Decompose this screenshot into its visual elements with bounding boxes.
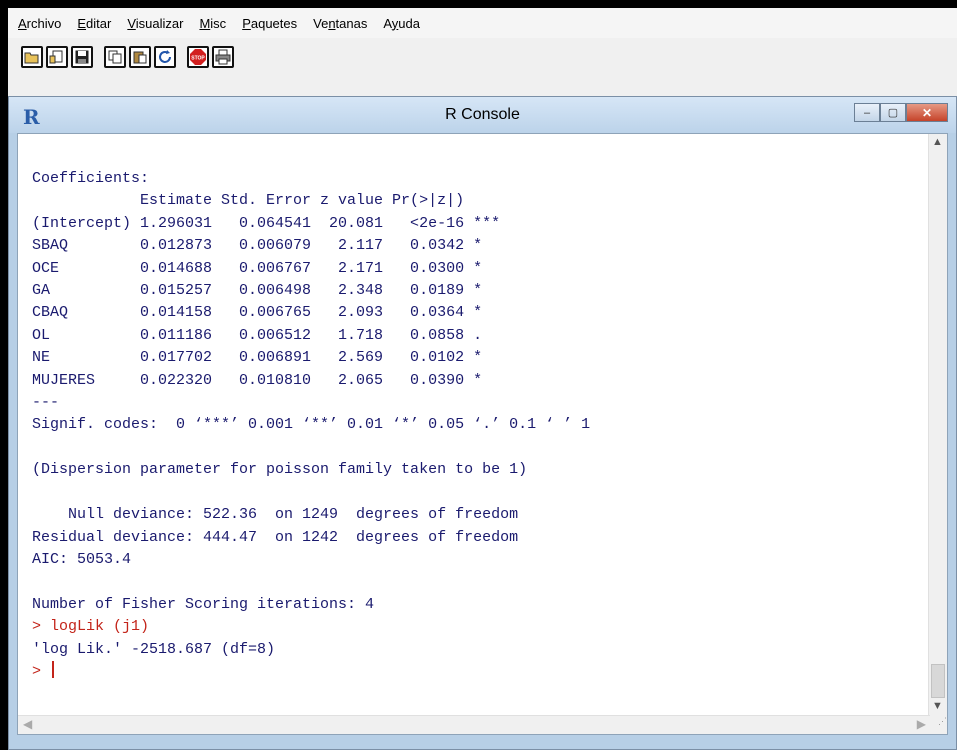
toolbar: STOP xyxy=(8,38,957,76)
menu-paquetes[interactable]: Paquetes xyxy=(234,16,305,31)
menu-bar: Archivo Editar Visualizar Misc Paquetes … xyxy=(8,8,957,38)
title-bar[interactable]: R R Console – ▢ ✕ xyxy=(9,97,956,133)
scroll-left-icon[interactable]: ◀ xyxy=(23,717,32,731)
refresh-icon xyxy=(159,50,171,63)
scroll-thumb[interactable] xyxy=(931,664,945,698)
menu-editar[interactable]: Editar xyxy=(69,16,119,31)
paste-button[interactable] xyxy=(129,46,151,68)
open-script-button[interactable] xyxy=(21,46,43,68)
console-area[interactable]: Coefficients: Estimate Std. Error z valu… xyxy=(17,133,948,735)
horizontal-scrollbar[interactable]: ◀ ▶ xyxy=(18,715,930,734)
save-button[interactable] xyxy=(71,46,93,68)
menu-misc[interactable]: Misc xyxy=(191,16,234,31)
close-button[interactable]: ✕ xyxy=(906,103,948,122)
copy-button[interactable] xyxy=(104,46,126,68)
load-workspace-icon xyxy=(49,50,63,64)
r-gui-app: Archivo Editar Visualizar Misc Paquetes … xyxy=(8,8,957,750)
menu-ayuda[interactable]: Ayuda xyxy=(375,16,428,31)
resize-grip-icon[interactable]: ⋰ xyxy=(929,716,947,734)
stop-label: STOP xyxy=(191,56,205,62)
console-result: 'log Lik.' -2518.687 (df=8) xyxy=(32,640,276,658)
console-text: Coefficients: Estimate Std. Error z valu… xyxy=(32,170,591,613)
menu-visualizar[interactable]: Visualizar xyxy=(119,16,191,31)
copy-icon xyxy=(108,50,122,64)
stop-button[interactable]: STOP xyxy=(187,46,209,68)
scroll-right-icon[interactable]: ▶ xyxy=(917,717,926,731)
save-icon xyxy=(75,50,89,64)
window-title: R Console xyxy=(445,106,520,123)
maximize-button[interactable]: ▢ xyxy=(880,103,906,122)
paste-icon xyxy=(133,51,147,64)
print-button[interactable] xyxy=(212,46,234,68)
console-output: Coefficients: Estimate Std. Error z valu… xyxy=(32,168,590,683)
open-script-icon xyxy=(24,52,39,64)
minimize-button[interactable]: – xyxy=(854,103,880,122)
menu-ventanas[interactable]: Ventanas xyxy=(305,16,375,31)
vertical-scrollbar[interactable]: ▲ ▼ xyxy=(928,134,947,718)
refresh-button[interactable] xyxy=(154,46,176,68)
load-workspace-button[interactable] xyxy=(46,46,68,68)
menu-archivo[interactable]: Archivo xyxy=(8,16,69,31)
r-console-window: R R Console – ▢ ✕ Coefficients: Estimate… xyxy=(8,96,957,750)
print-icon xyxy=(215,49,231,65)
text-cursor xyxy=(52,660,55,678)
stop-icon: STOP xyxy=(190,49,206,65)
console-command: > logLik (j1) xyxy=(32,618,150,636)
scroll-down-icon[interactable]: ▼ xyxy=(932,700,943,712)
scroll-up-icon[interactable]: ▲ xyxy=(932,136,943,148)
window-controls: – ▢ ✕ xyxy=(854,103,948,122)
console-prompt: > xyxy=(32,662,51,680)
